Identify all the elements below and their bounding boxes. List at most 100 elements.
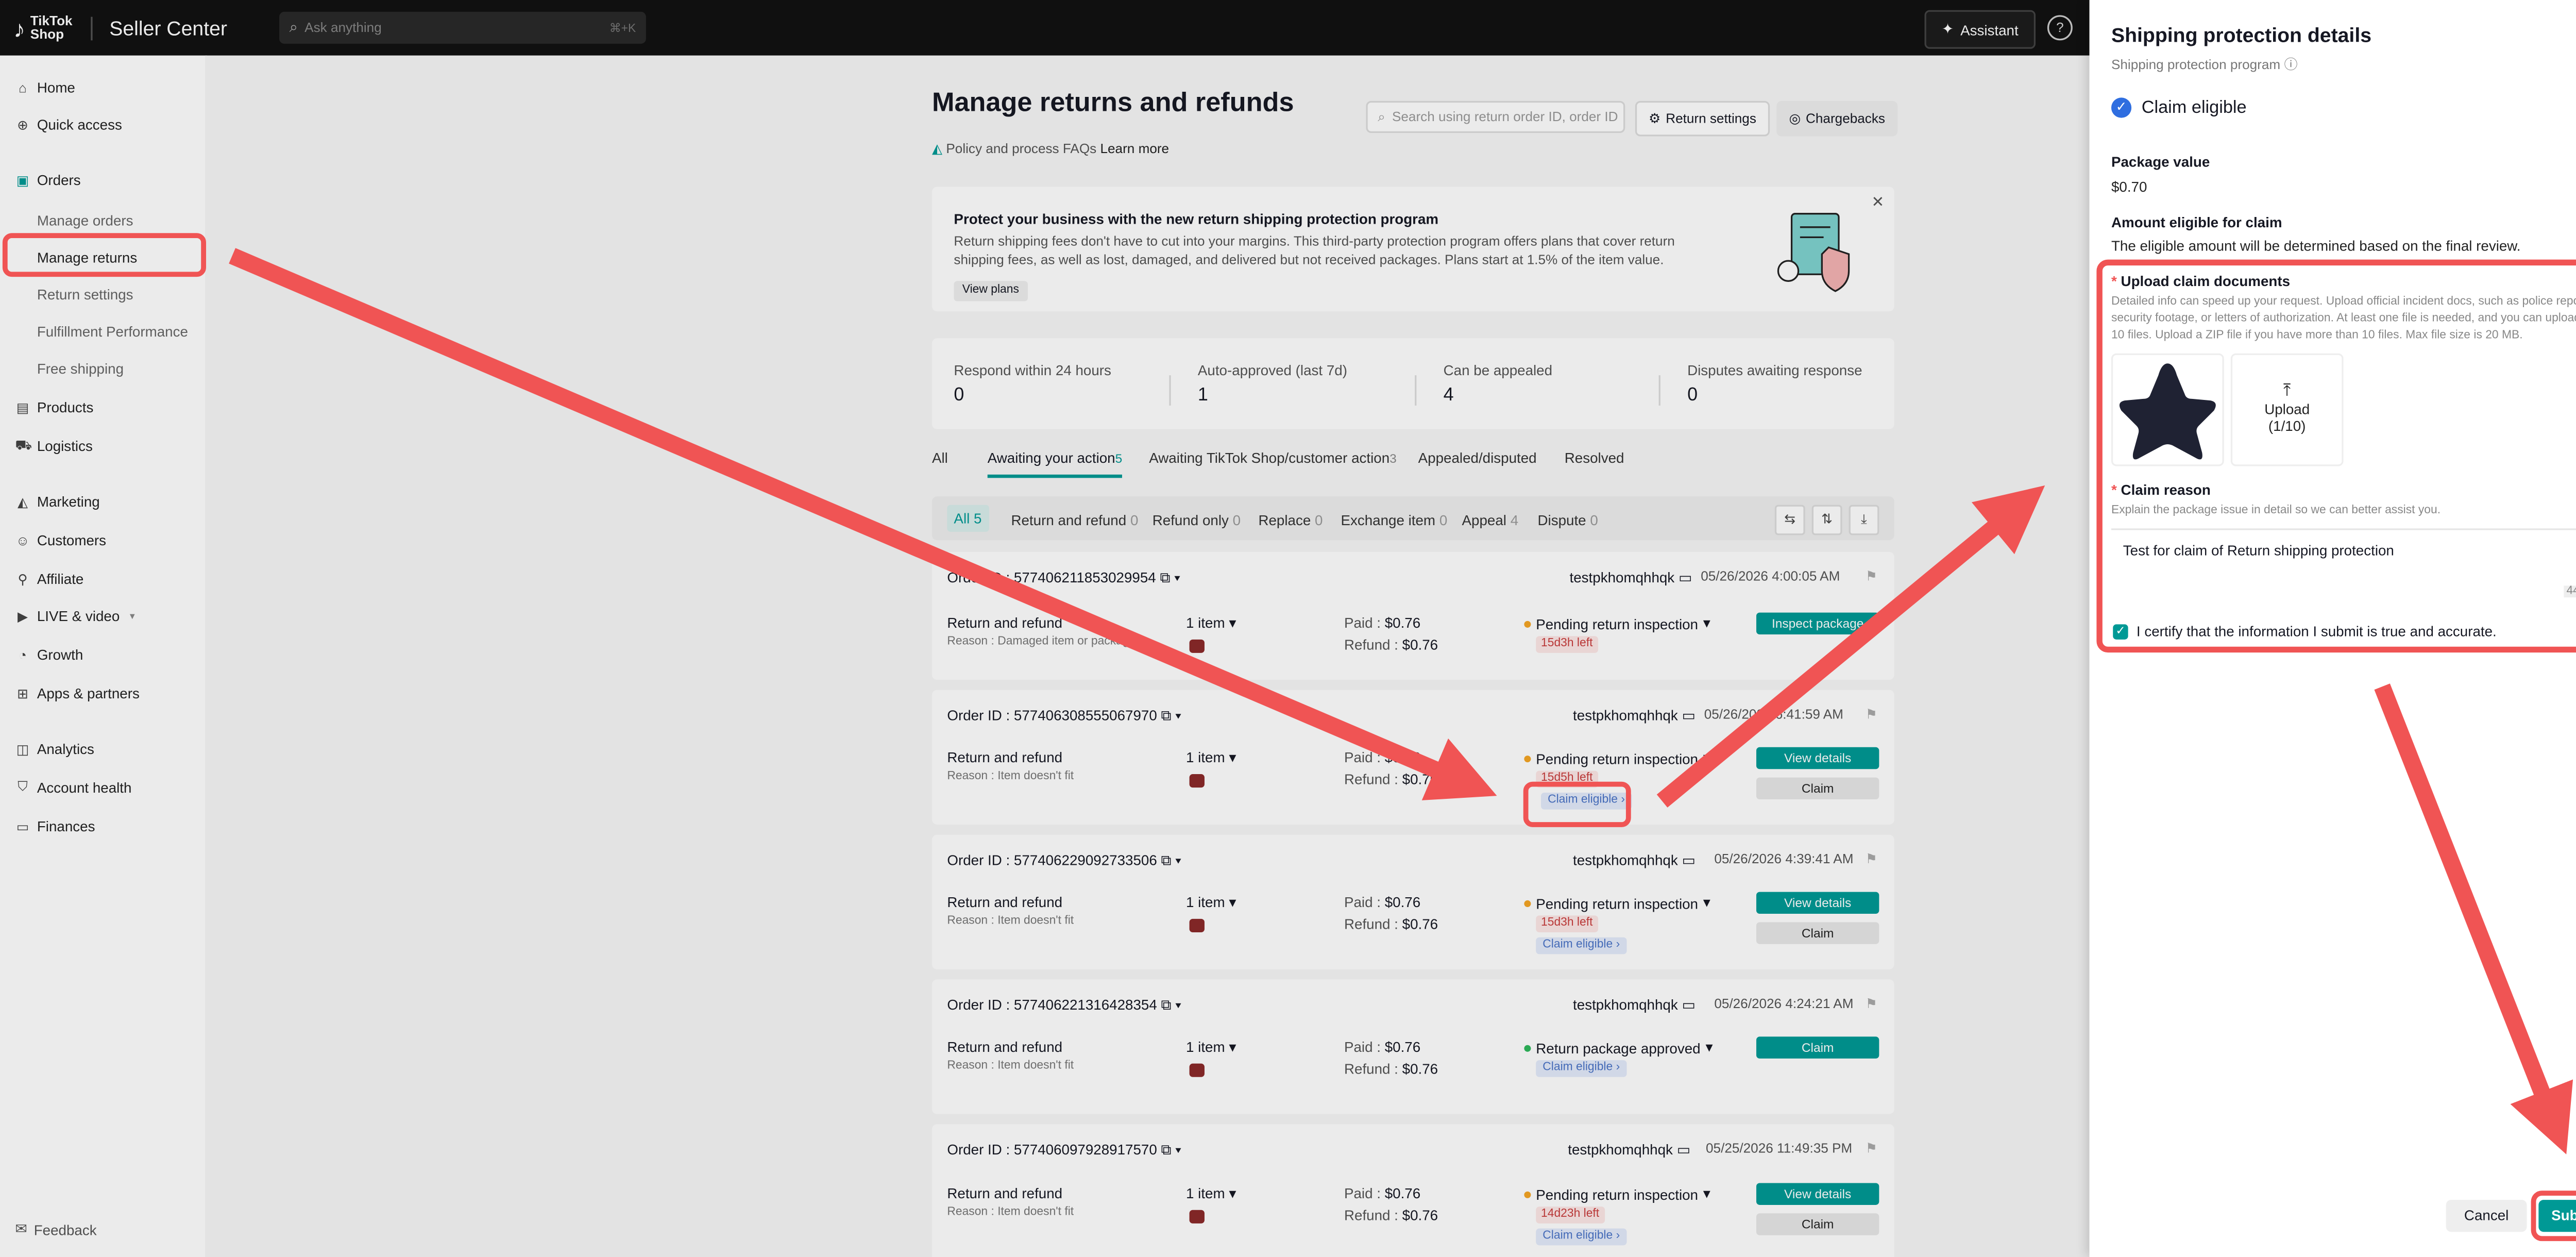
chargebacks-button[interactable]: ◎ Chargebacks [1776, 100, 1898, 137]
filter-chip-dispute[interactable]: Dispute 0 [1537, 508, 1598, 532]
sidebar-item-logistics[interactable]: ⛟ Logistics [15, 438, 92, 455]
chat-icon[interactable]: ▭ [1682, 707, 1695, 724]
item-count[interactable]: 1 item ▾ [1186, 749, 1236, 767]
return-status[interactable]: Pending return inspection ▾ [1524, 614, 1710, 633]
product-thumbnail[interactable] [1189, 1063, 1205, 1077]
submit-button[interactable]: Submit [2538, 1200, 2576, 1232]
return-status[interactable]: Pending return inspection ▾ [1524, 749, 1710, 767]
tab-appealed-disputed[interactable]: Appealed/disputed [1418, 449, 1537, 466]
copy-icon[interactable]: ⧉ [1160, 569, 1170, 586]
sidebar-item-free-shipping[interactable]: Free shipping [37, 360, 124, 377]
chevron-down-icon[interactable]: ▾ [1175, 1141, 1181, 1158]
return-search-input[interactable]: ⌕ Search using return order ID, order ID [1366, 100, 1625, 133]
claim-eligible-badge[interactable]: Claim eligible › [1536, 937, 1627, 954]
return-status[interactable]: Pending return inspection ▾ [1524, 894, 1710, 912]
tab-awaiting-your-action[interactable]: Awaiting your action5 [988, 449, 1123, 466]
global-search-input[interactable]: ⌕ Ask anything ⌘+K [279, 11, 646, 44]
copy-icon[interactable]: ⧉ [1161, 851, 1172, 868]
order-id[interactable]: Order ID : 577406308555067970 ⧉ ▾ [947, 707, 1181, 725]
item-count[interactable]: 1 item ▾ [1186, 1185, 1236, 1203]
order-id[interactable]: Order ID : 577406097928917570 ⧉ ▾ [947, 1141, 1181, 1160]
claim-button[interactable]: Claim [1756, 1036, 1879, 1059]
sidebar-item-analytics[interactable]: ◫ Analytics [15, 741, 94, 758]
sidebar-item-manage-returns[interactable]: Manage returns [37, 249, 137, 266]
uploaded-file-thumbnail[interactable] [2111, 353, 2224, 466]
sidebar-item-apps-partners[interactable]: ⊞ Apps & partners [15, 685, 140, 702]
view-plans-button[interactable]: View plans [954, 281, 1028, 301]
item-count[interactable]: 1 item ▾ [1186, 614, 1236, 633]
sidebar-item-customers[interactable]: ☺ Customers [15, 532, 106, 549]
product-thumbnail[interactable] [1189, 918, 1205, 932]
filter-chip-refund-only[interactable]: Refund only 0 [1153, 508, 1241, 532]
claim-eligible-badge[interactable]: Claim eligible › [1536, 1228, 1627, 1246]
return-status[interactable]: Return package approved ▾ [1524, 1038, 1713, 1057]
inspect-package-button[interactable]: Inspect package [1756, 612, 1879, 635]
tiktok-shop-logo[interactable]: ♪ TikTok Shop [13, 13, 81, 41]
tab-awaiting-tiktok[interactable]: Awaiting TikTok Shop/customer action3 [1149, 449, 1397, 466]
buyer-name[interactable]: testpkhomqhhqk ▭ [1570, 569, 1692, 588]
buyer-name[interactable]: testpkhomqhhqk ▭ [1573, 996, 1696, 1015]
filter-chip-appeal[interactable]: Appeal 4 [1462, 508, 1519, 532]
claim-reason-textarea[interactable]: Test for claim of Return shipping protec… [2111, 528, 2576, 601]
chevron-down-icon[interactable]: ▾ [1174, 569, 1180, 586]
chevron-down-icon[interactable]: ▾ [1175, 996, 1181, 1013]
view-details-button[interactable]: View details [1756, 747, 1879, 769]
download-icon[interactable]: ⤓ [1849, 505, 1879, 535]
view-details-button[interactable]: View details [1756, 892, 1879, 914]
sidebar-item-quick-access[interactable]: ⊕ Quick access [15, 116, 122, 133]
sidebar-item-affiliate[interactable]: ⚲ Affiliate [15, 571, 83, 588]
certify-checkbox[interactable]: ✓ I certify that the information I submit… [2113, 623, 2497, 640]
chat-icon[interactable]: ▭ [1682, 851, 1695, 868]
claim-eligible-badge[interactable]: Claim eligible › [1541, 792, 1632, 810]
claim-button[interactable]: Claim [1756, 777, 1879, 800]
sidebar-item-growth[interactable]: ◔ Growth [15, 646, 83, 663]
item-count[interactable]: 1 item ▾ [1186, 1038, 1236, 1057]
assistant-button[interactable]: ✦ Assistant [1924, 10, 2036, 49]
learn-more-link[interactable]: Learn more [1100, 141, 1170, 156]
stat-disputes[interactable]: Disputes awaiting response 0 [1687, 362, 1862, 406]
info-icon[interactable]: ⓘ [2284, 57, 2297, 72]
order-id[interactable]: Order ID : 577406229092733506 ⧉ ▾ [947, 851, 1181, 870]
filter-chip-all[interactable]: All 5 [947, 505, 989, 532]
help-icon[interactable]: ? [2047, 15, 2073, 41]
order-id[interactable]: Order ID : 577406221316428354 ⧉ ▾ [947, 996, 1181, 1015]
sidebar-item-marketing[interactable]: ◭ Marketing [15, 493, 100, 510]
product-thumbnail[interactable] [1189, 1210, 1205, 1224]
return-status[interactable]: Pending return inspection ▾ [1524, 1185, 1710, 1203]
buyer-name[interactable]: testpkhomqhhqk ▭ [1573, 707, 1696, 725]
filter-settings-icon[interactable]: ⇆ [1774, 505, 1805, 535]
copy-icon[interactable]: ⧉ [1161, 996, 1172, 1013]
filter-chip-exchange[interactable]: Exchange item 0 [1341, 508, 1447, 532]
tab-all[interactable]: All [932, 449, 948, 466]
stat-auto-approved[interactable]: Auto-approved (last 7d) 1 [1198, 362, 1347, 406]
sidebar-item-live-video[interactable]: ▶ LIVE & video ▾ [15, 608, 135, 625]
product-thumbnail[interactable] [1189, 774, 1205, 788]
sidebar-item-finances[interactable]: ▭ Finances [15, 818, 95, 835]
flag-icon[interactable]: ⚑ [1866, 1141, 1877, 1156]
order-id[interactable]: Order ID : 577406211853029954 ⧉ ▾ [947, 569, 1180, 588]
flag-icon[interactable]: ⚑ [1866, 707, 1877, 722]
flag-icon[interactable]: ⚑ [1866, 851, 1877, 866]
checkbox-checked-icon[interactable]: ✓ [2113, 623, 2128, 639]
sidebar-item-account-health[interactable]: ⛉ Account health [15, 779, 131, 796]
sidebar-item-manage-orders[interactable]: Manage orders [37, 212, 133, 229]
tab-resolved[interactable]: Resolved [1565, 449, 1624, 466]
buyer-name[interactable]: testpkhomqhhqk ▭ [1568, 1141, 1690, 1160]
upload-button[interactable]: ⤒ Upload (1/10) [2230, 353, 2344, 466]
chevron-down-icon[interactable]: ▾ [1175, 851, 1181, 868]
copy-icon[interactable]: ⧉ [1161, 1141, 1172, 1158]
close-icon[interactable]: ✕ [1871, 194, 1884, 212]
flag-icon[interactable]: ⚑ [1866, 569, 1877, 584]
sidebar-item-return-settings[interactable]: Return settings [37, 286, 133, 303]
sidebar-item-orders[interactable]: ▣ Orders [15, 172, 81, 189]
buyer-name[interactable]: testpkhomqhhqk ▭ [1573, 851, 1696, 870]
chat-icon[interactable]: ▭ [1679, 569, 1692, 586]
feedback-link[interactable]: ✉ Feedback [15, 1220, 96, 1238]
stat-respond[interactable]: Respond within 24 hours 0 [954, 362, 1111, 406]
product-thumbnail[interactable] [1189, 639, 1205, 653]
cancel-button[interactable]: Cancel [2446, 1200, 2527, 1232]
sidebar-item-home[interactable]: ⌂ Home [15, 79, 75, 96]
sidebar-item-products[interactable]: ▤ Products [15, 399, 94, 416]
sort-icon[interactable]: ⇅ [1811, 505, 1842, 535]
chat-icon[interactable]: ▭ [1682, 996, 1695, 1013]
